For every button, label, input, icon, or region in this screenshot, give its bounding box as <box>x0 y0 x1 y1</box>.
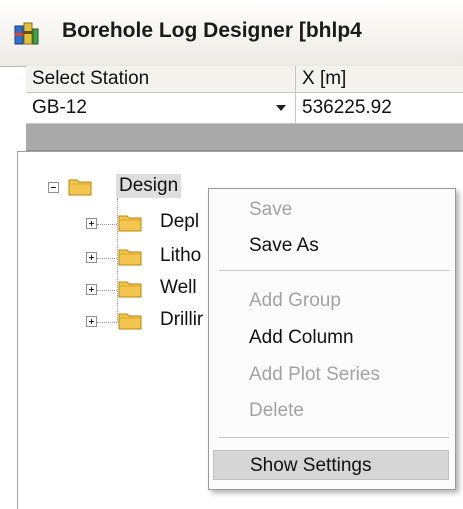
folder-icon <box>68 179 92 196</box>
folder-icon <box>118 249 142 266</box>
dropdown-arrow-icon[interactable] <box>276 105 286 111</box>
folder-icon <box>118 215 142 232</box>
title-bar: Borehole Log Designer [bhlp4 <box>0 0 463 67</box>
tree-node-lithology[interactable]: Litho <box>160 244 201 268</box>
folder-icon <box>118 313 142 330</box>
app-icon <box>14 22 39 45</box>
expand-node-icon[interactable] <box>86 316 97 327</box>
tree-connector-line <box>97 224 117 225</box>
folder-icon <box>118 281 142 298</box>
menu-separator <box>219 270 449 271</box>
tree-node-drilling[interactable]: Drillir <box>160 308 203 332</box>
menu-item-save[interactable]: Save <box>213 195 449 225</box>
collapse-design-icon[interactable] <box>48 182 59 193</box>
station-select-value: GB-12 <box>32 97 87 118</box>
tree-connector-line <box>97 322 117 323</box>
tree-connector-line <box>97 290 117 291</box>
station-grid-header: Select Station X [m] <box>26 66 463 93</box>
menu-item-add-column[interactable]: Add Column <box>213 323 449 353</box>
tree-node-well[interactable]: Well <box>160 276 197 300</box>
expand-node-icon[interactable] <box>86 218 97 229</box>
station-grid-row: GB-12 536225.92 <box>26 93 463 124</box>
context-menu: Save Save As Add Group Add Column Add Pl… <box>208 188 456 490</box>
tree-connector-line <box>97 258 117 259</box>
menu-item-add-group[interactable]: Add Group <box>213 286 449 316</box>
grid-footer-band <box>26 124 463 151</box>
menu-item-show-settings[interactable]: Show Settings <box>213 450 449 480</box>
menu-item-delete[interactable]: Delete <box>213 396 449 426</box>
menu-item-add-plot-series[interactable]: Add Plot Series <box>213 360 449 390</box>
tree-node-depth[interactable]: Depl <box>160 210 199 234</box>
window-title: Borehole Log Designer [bhlp4 <box>62 19 362 42</box>
station-select[interactable]: GB-12 <box>26 93 296 123</box>
menu-separator <box>219 437 449 438</box>
expand-node-icon[interactable] <box>86 284 97 295</box>
tree-node-design[interactable]: Design <box>116 174 182 198</box>
menu-item-save-as[interactable]: Save As <box>213 231 449 261</box>
x-coordinate-cell[interactable]: 536225.92 <box>296 93 463 123</box>
column-header-x[interactable]: X [m] <box>296 66 463 92</box>
expand-node-icon[interactable] <box>86 252 97 263</box>
column-header-select-station[interactable]: Select Station <box>26 66 296 92</box>
